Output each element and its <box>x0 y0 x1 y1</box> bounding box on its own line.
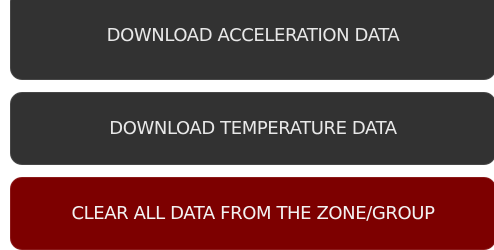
clear-all-data-label: CLEAR ALL DATA FROM THE ZONE/GROUP <box>71 203 435 224</box>
download-temperature-data-button[interactable]: DOWNLOAD TEMPERATURE DATA <box>10 92 494 165</box>
download-temperature-data-label: DOWNLOAD TEMPERATURE DATA <box>109 118 397 139</box>
download-acceleration-data-button[interactable]: DOWNLOAD ACCELERATION DATA <box>10 0 494 80</box>
clear-all-data-button[interactable]: CLEAR ALL DATA FROM THE ZONE/GROUP <box>10 177 494 250</box>
download-acceleration-data-label: DOWNLOAD ACCELERATION DATA <box>106 24 400 46</box>
action-button-stack: DOWNLOAD ACCELERATION DATA DOWNLOAD TEMP… <box>0 0 494 250</box>
